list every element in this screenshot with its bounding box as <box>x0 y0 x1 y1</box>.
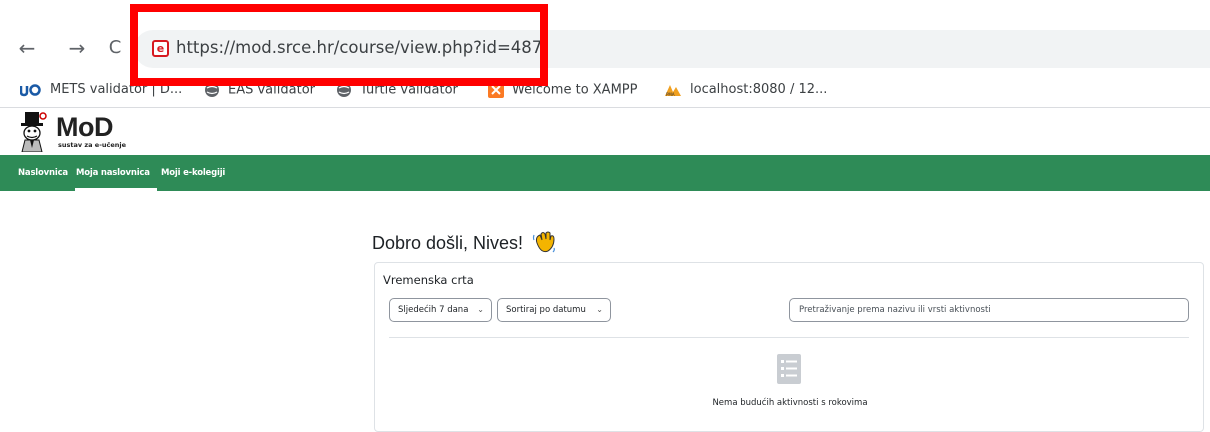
bookmark-label: localhost:8080 / 12... <box>690 82 828 97</box>
bookmark-localhost[interactable]: PMA localhost:8080 / 12... <box>664 82 827 97</box>
globe-icon <box>205 83 219 97</box>
bookmark-label: METS validator | D... <box>50 82 183 97</box>
bookmark-label: EAS validator <box>228 82 315 98</box>
sort-select[interactable]: Sortiraj po datumu ⌄ <box>497 298 611 322</box>
search-placeholder: Pretraživanje prema nazivu ili vrsti akt… <box>799 305 991 315</box>
waving-hand-icon <box>532 231 556 253</box>
chevron-down-icon: ⌄ <box>596 305 603 314</box>
bookmark-label: Welcome to XAMPP <box>512 82 638 98</box>
page-title: Dobro došli, Nives! <box>372 231 556 254</box>
globe-icon <box>337 83 351 97</box>
bookmark-turtle[interactable]: Turtle validator <box>336 82 458 98</box>
divider <box>389 337 1189 338</box>
url-text[interactable]: https://mod.srce.hr/course/view.php?id=4… <box>176 38 542 57</box>
empty-state-message: Nema budućih aktivnosti s rokovima <box>712 398 868 408</box>
phpmyadmin-icon: PMA <box>665 84 681 97</box>
timeline-title: Vremenska crta <box>383 273 474 287</box>
svg-text:PMA: PMA <box>666 92 675 97</box>
bookmark-mets[interactable]: METS validator | D... <box>20 82 182 97</box>
site-logo-title[interactable]: MoD <box>56 112 113 143</box>
active-nav-indicator <box>75 188 157 191</box>
reload-button[interactable]: C <box>104 37 126 59</box>
welcome-text: Dobro došli, Nives! <box>372 233 524 253</box>
site-favicon-icon: e <box>152 40 169 57</box>
mascot-logo-icon[interactable] <box>16 112 48 152</box>
activity-search-input[interactable]: Pretraživanje prema nazivu ili vrsti akt… <box>789 298 1189 322</box>
bookmark-eas[interactable]: EAS validator <box>204 82 315 98</box>
range-select-value: Sljedećih 7 dana <box>398 305 469 315</box>
site-header <box>0 110 1210 154</box>
back-button[interactable]: ← <box>16 37 38 59</box>
nav-moja-naslovnica[interactable]: Moja naslovnica <box>76 168 150 178</box>
bookmark-label: Turtle validator <box>360 82 458 98</box>
chevron-down-icon: ⌄ <box>477 305 484 314</box>
empty-list-icon <box>777 354 801 384</box>
sort-select-value: Sortiraj po datumu <box>506 305 586 315</box>
site-logo-subtitle: sustav za e-učenje <box>58 141 127 149</box>
mets-icon <box>20 83 41 96</box>
nav-naslovnica[interactable]: Naslovnica <box>18 168 68 178</box>
nav-moji-e-kolegiji[interactable]: Moji e-kolegiji <box>161 168 225 178</box>
xampp-icon <box>488 82 504 98</box>
range-select[interactable]: Sljedećih 7 dana ⌄ <box>389 298 492 322</box>
bookmark-xampp[interactable]: Welcome to XAMPP <box>488 82 637 98</box>
forward-button[interactable]: → <box>66 37 88 59</box>
